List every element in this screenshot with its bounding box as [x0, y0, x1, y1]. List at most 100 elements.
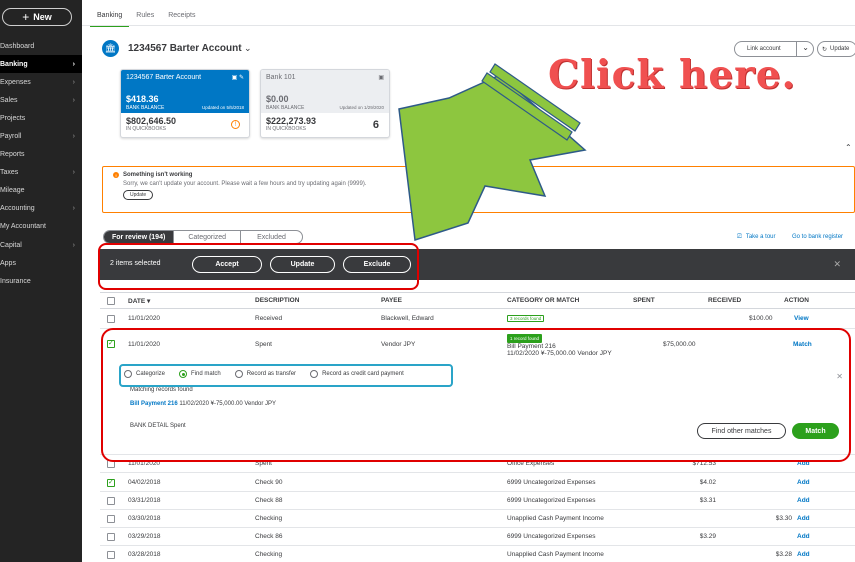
table-row[interactable]: 03/29/2018 Check 86 6999 Uncategorized Exp…	[100, 528, 855, 546]
col-category[interactable]: CATEGORY OR MATCH	[507, 297, 579, 304]
row-checkbox[interactable]	[107, 460, 115, 468]
match-row-button[interactable]: Match	[793, 341, 812, 348]
radio-circle[interactable]	[124, 370, 132, 378]
row-checkbox[interactable]	[107, 515, 115, 523]
alert-update-button[interactable]: Update	[123, 190, 154, 200]
add-button[interactable]: Add	[797, 515, 810, 522]
exclude-button[interactable]: Exclude	[343, 256, 411, 273]
sort-down-icon: ▾	[147, 298, 151, 305]
new-button-label: New	[33, 12, 52, 22]
table-row[interactable]: 03/30/2018 Checking Unapplied Cash Payment…	[100, 510, 855, 528]
batch-update-button[interactable]: Update	[270, 256, 335, 273]
view-button[interactable]: View	[794, 315, 809, 322]
cell-category[interactable]: 1 record found Bill Payment 216 11/02/20…	[507, 334, 612, 357]
add-button[interactable]: Add	[797, 479, 810, 486]
add-button[interactable]: Add	[797, 533, 810, 540]
row-checkbox[interactable]	[107, 315, 115, 323]
radio-categorize[interactable]: Categorize	[124, 370, 165, 378]
add-button[interactable]: Add	[797, 460, 810, 467]
close-icon[interactable]: ✕	[833, 259, 841, 270]
qb-balance-label: IN QUICKBOOKS	[126, 126, 167, 132]
sidebar-item-expenses[interactable]: Expenses ›	[0, 73, 82, 91]
new-button[interactable]: + New	[2, 8, 72, 26]
cell-date: 03/30/2018	[128, 515, 161, 522]
col-date[interactable]: DATE ▾	[128, 297, 150, 305]
close-icon[interactable]: ✕	[836, 372, 843, 381]
row-checkbox[interactable]	[107, 497, 115, 505]
cell-category[interactable]: 6999 Uncategorized Expenses	[507, 479, 596, 486]
sidebar-item-accounting[interactable]: Accounting ›	[0, 200, 82, 218]
tab-for-review[interactable]: For review (194)	[104, 231, 175, 243]
cell-category[interactable]: 6999 Uncategorized Expenses	[507, 497, 596, 504]
table-row[interactable]: 03/31/2018 Check 88 6999 Uncategorized Exp…	[100, 492, 855, 510]
radio-record-transfer[interactable]: Record as transfer	[234, 370, 296, 378]
update-button-label: Update	[830, 46, 850, 52]
sidebar-item-apps[interactable]: Apps	[0, 254, 82, 272]
chevron-down-icon[interactable]: ⌄	[244, 43, 252, 54]
sidebar-item-dashboard[interactable]: Dashboard	[0, 37, 82, 55]
cell-category[interactable]: Office Expenses	[507, 460, 554, 467]
pencil-icon[interactable]: ✎	[239, 75, 244, 81]
warning-icon: !	[231, 120, 240, 129]
go-to-register-link[interactable]: Go to bank register	[792, 234, 843, 240]
update-button[interactable]: ↻ Update	[817, 41, 855, 57]
row-checkbox[interactable]	[107, 533, 115, 541]
cell-category[interactable]: Unapplied Cash Payment Income	[507, 515, 604, 522]
account-card-barter[interactable]: 1234567 Barter Account ▣ ✎ $418.36 BANK …	[120, 69, 250, 138]
table-row[interactable]: 03/28/2018 Checking Unapplied Cash Payment…	[100, 546, 855, 562]
account-title[interactable]: 1234567 Barter Account	[128, 43, 242, 54]
sidebar-item-label: Banking	[0, 60, 28, 68]
record-found-badge: 1 record found	[507, 334, 543, 343]
radio-circle[interactable]	[179, 370, 188, 378]
add-button[interactable]: Add	[797, 551, 810, 558]
radio-circle[interactable]	[234, 370, 243, 378]
cell-category[interactable]: 6999 Uncategorized Expenses	[507, 533, 596, 540]
sidebar-item-my-accountant[interactable]: My Accountant	[0, 218, 82, 236]
matched-record-link[interactable]: Bill Payment 216	[130, 401, 178, 407]
sidebar-item-reports[interactable]: Reports	[0, 146, 82, 164]
bank-balance-label: BANK BALANCE	[126, 105, 165, 111]
take-tour-link[interactable]: ⎚ Take a tour	[737, 234, 776, 241]
radio-label: Record as credit card payment	[322, 371, 404, 377]
table-row[interactable]: 11/01/2020 Spent Office Expenses $712.53 Add	[100, 455, 855, 473]
match-button[interactable]: Match	[792, 423, 839, 439]
find-other-matches-button[interactable]: Find other matches	[697, 423, 786, 439]
sidebar-item-projects[interactable]: Projects	[0, 109, 82, 127]
sidebar-item-capital[interactable]: Capital ›	[0, 236, 82, 254]
chevron-down-icon[interactable]: ⌄	[802, 43, 809, 52]
select-all-checkbox[interactable]	[107, 297, 115, 305]
sidebar-item-sales[interactable]: Sales ›	[0, 91, 82, 109]
sidebar-item-label: Dashboard	[0, 42, 35, 50]
sidebar-item-insurance[interactable]: Insurance	[0, 272, 82, 290]
col-payee[interactable]: PAYEE	[381, 297, 402, 304]
cell-category[interactable]: Unapplied Cash Payment Income	[507, 551, 604, 558]
sidebar-item-banking[interactable]: Banking ›	[0, 55, 82, 74]
chevron-right-icon: ›	[72, 133, 75, 141]
radio-find-match[interactable]: Find match	[179, 370, 221, 378]
row-checkbox[interactable]	[107, 551, 115, 559]
table-row-expanded[interactable]: 11/01/2020 Spent Vendor JPY 1 record fou…	[100, 330, 855, 360]
radio-circle[interactable]	[310, 370, 319, 378]
cell-spent: $3.29	[699, 533, 716, 540]
row-checkbox[interactable]	[107, 339, 115, 348]
sidebar-item-taxes[interactable]: Taxes ›	[0, 164, 82, 182]
tab-excluded[interactable]: Excluded	[241, 231, 302, 243]
table-row[interactable]: 04/02/2018 Check 90 6999 Uncategorized Exp…	[100, 474, 855, 492]
sidebar-item-payroll[interactable]: Payroll ›	[0, 127, 82, 145]
cell-category[interactable]: 3 records found	[507, 315, 545, 322]
qb-balance-label: IN QUICKBOOKS	[266, 126, 307, 132]
account-card-bank101[interactable]: Bank 101 ▣ $0.00 BANK BALANCE Updated on…	[260, 69, 390, 138]
sidebar-item-mileage[interactable]: Mileage	[0, 182, 82, 200]
accept-button[interactable]: Accept	[192, 256, 262, 273]
col-description[interactable]: DESCRIPTION	[255, 297, 299, 304]
tab-categorized[interactable]: Categorized	[174, 231, 242, 243]
col-spent[interactable]: SPENT	[633, 297, 655, 304]
row-checkbox[interactable]	[107, 478, 115, 487]
link-account-button[interactable]: Link account ⌄	[734, 41, 814, 57]
table-row[interactable]: 11/01/2020 Received Blackwell, Edward 3 …	[100, 310, 855, 329]
chevron-up-icon[interactable]: ⌃	[845, 143, 852, 152]
col-received[interactable]: RECEIVED	[708, 297, 741, 304]
add-button[interactable]: Add	[797, 497, 810, 504]
radio-record-cc-payment[interactable]: Record as credit card payment	[310, 370, 404, 378]
matched-record[interactable]: Bill Payment 216 11/02/2020 ¥-75,000.00 …	[130, 401, 276, 407]
